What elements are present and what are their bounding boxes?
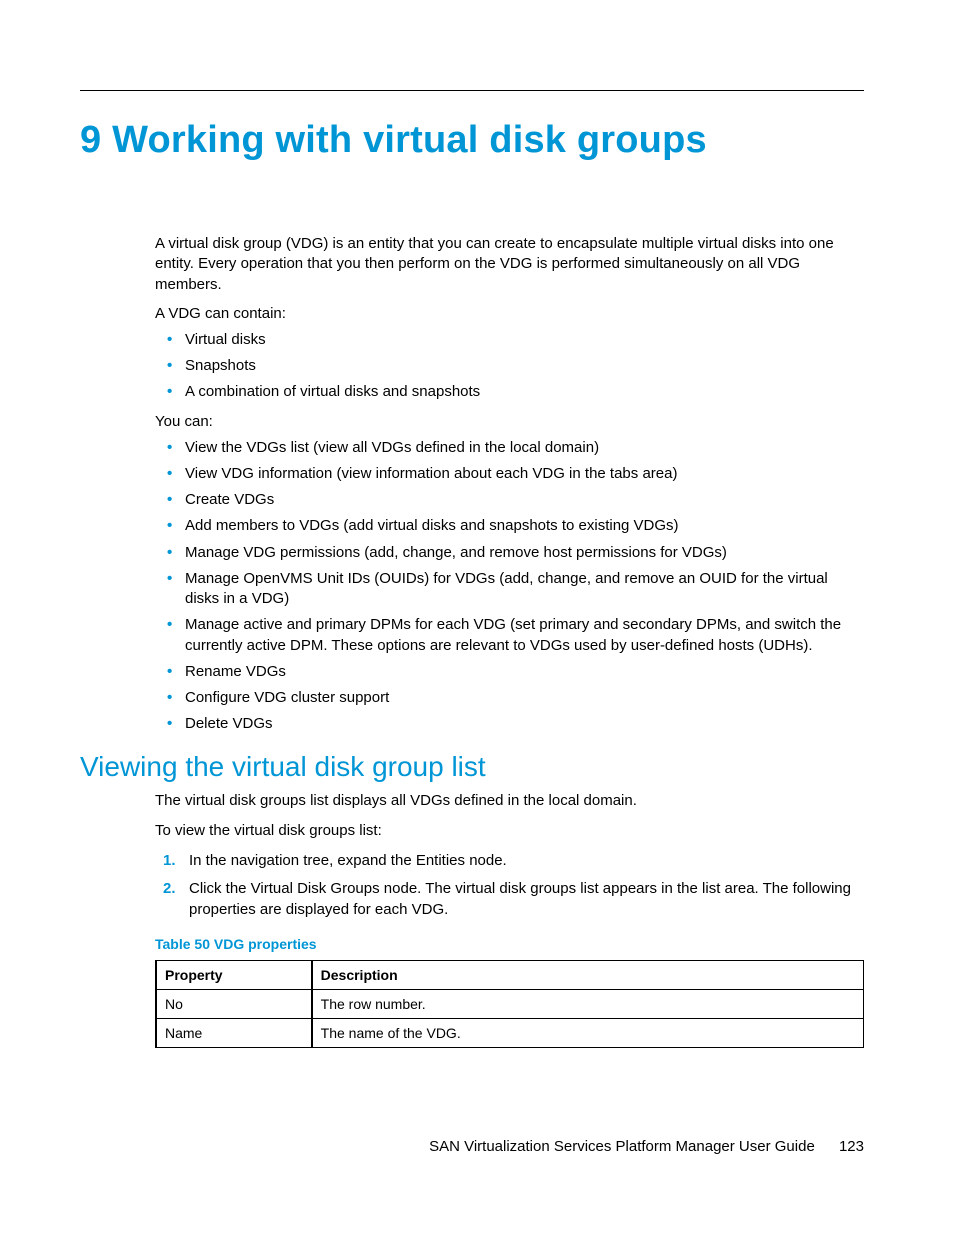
table-cell-description: The row number. xyxy=(312,989,864,1018)
list-item: Snapshots xyxy=(155,356,864,376)
steps-list: In the navigation tree, expand the Entit… xyxy=(155,851,864,920)
horizontal-rule xyxy=(80,90,864,91)
table-cell-property: No xyxy=(156,989,312,1018)
list-item: Delete VDGs xyxy=(155,714,864,734)
list-item: Manage active and primary DPMs for each … xyxy=(155,615,864,656)
table-cell-description: The name of the VDG. xyxy=(312,1018,864,1047)
section-paragraph-1: The virtual disk groups list displays al… xyxy=(155,791,864,811)
list-item: A combination of virtual disks and snaps… xyxy=(155,382,864,402)
table-row: No The row number. xyxy=(156,989,864,1018)
list-item: Add members to VDGs (add virtual disks a… xyxy=(155,516,864,536)
table-header-row: Property Description xyxy=(156,960,864,989)
list-item: View the VDGs list (view all VDGs define… xyxy=(155,438,864,458)
list-item: Rename VDGs xyxy=(155,662,864,682)
footer-page-number: 123 xyxy=(839,1138,864,1155)
list-item: Manage OpenVMS Unit IDs (OUIDs) for VDGs… xyxy=(155,569,864,610)
page-footer: SAN Virtualization Services Platform Man… xyxy=(429,1138,864,1155)
list-item: Virtual disks xyxy=(155,330,864,350)
list-item: Create VDGs xyxy=(155,490,864,510)
footer-doc-title: SAN Virtualization Services Platform Man… xyxy=(429,1138,815,1155)
list-item: Manage VDG permissions (add, change, and… xyxy=(155,543,864,563)
contain-list: Virtual disks Snapshots A combination of… xyxy=(155,330,864,403)
youcan-list: View the VDGs list (view all VDGs define… xyxy=(155,438,864,735)
step-item: In the navigation tree, expand the Entit… xyxy=(155,851,864,871)
table-header-description: Description xyxy=(312,960,864,989)
table-row: Name The name of the VDG. xyxy=(156,1018,864,1047)
table-header-property: Property xyxy=(156,960,312,989)
table-cell-property: Name xyxy=(156,1018,312,1047)
intro-subhead-contain: A VDG can contain: xyxy=(155,305,864,322)
table-caption: Table 50 VDG properties xyxy=(155,936,864,952)
vdg-properties-table: Property Description No The row number. … xyxy=(155,960,864,1048)
chapter-title: 9 Working with virtual disk groups xyxy=(80,119,864,162)
list-item: View VDG information (view information a… xyxy=(155,464,864,484)
step-item: Click the Virtual Disk Groups node. The … xyxy=(155,879,864,920)
intro-paragraph-1: A virtual disk group (VDG) is an entity … xyxy=(155,234,864,295)
list-item: Configure VDG cluster support xyxy=(155,688,864,708)
section-paragraph-2: To view the virtual disk groups list: xyxy=(155,821,864,841)
intro-subhead-youcan: You can: xyxy=(155,413,864,430)
section-title: Viewing the virtual disk group list xyxy=(80,751,864,783)
